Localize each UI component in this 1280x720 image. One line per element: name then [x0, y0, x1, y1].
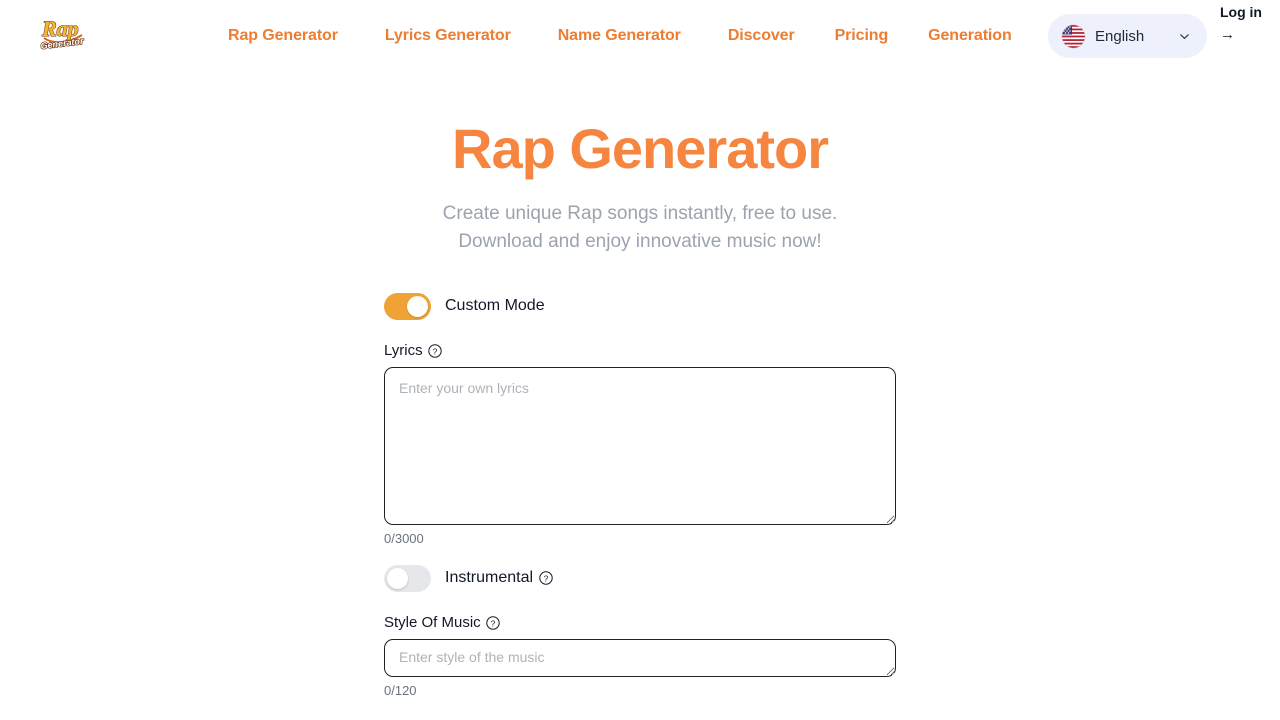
- page-subtitle-line-1: Create unique Rap songs instantly, free …: [442, 203, 838, 224]
- instrumental-label: Instrumental: [445, 569, 534, 586]
- language-selector[interactable]: English: [1048, 14, 1207, 58]
- rap-generator-logo-icon: Rap Generator: [39, 15, 85, 51]
- language-label: English: [1095, 27, 1145, 45]
- svg-text:?: ?: [490, 618, 495, 628]
- style-of-music-label-row: Style Of Music ?: [384, 614, 896, 631]
- nav-item-rap-generator[interactable]: Rap Generator: [228, 27, 338, 45]
- custom-mode-toggle[interactable]: [384, 292, 431, 320]
- instrumental-row: Instrumental ?: [384, 564, 896, 592]
- svg-text:?: ?: [432, 346, 437, 356]
- lyrics-label-row: Lyrics ?: [384, 342, 896, 359]
- question-circle-icon[interactable]: ?: [485, 615, 500, 630]
- login-label: Log in: [1220, 4, 1262, 20]
- nav-item-generation[interactable]: Generation: [928, 27, 1012, 45]
- main-nav: Rap Generator Lyrics Generator Name Gene…: [228, 0, 1012, 72]
- style-of-music-input[interactable]: [384, 639, 896, 677]
- page-subtitle: Create unique Rap songs instantly, free …: [0, 200, 1280, 256]
- site-header: Rap Generator Rap Generator Lyrics Gener…: [0, 0, 1280, 72]
- lyrics-label: Lyrics: [384, 342, 423, 359]
- question-circle-icon[interactable]: ?: [427, 343, 442, 358]
- toggle-knob: [407, 295, 428, 317]
- toggle-knob: [387, 567, 408, 589]
- site-logo[interactable]: Rap Generator: [36, 12, 92, 58]
- page-title: Rap Generator: [452, 117, 829, 180]
- generator-form: Custom Mode Lyrics ? 0/3000 Instrumental…: [384, 256, 896, 698]
- style-of-music-counter: 0/120: [384, 683, 417, 698]
- lyrics-counter: 0/3000: [384, 531, 424, 546]
- style-of-music-label: Style Of Music: [384, 614, 481, 631]
- custom-mode-row: Custom Mode: [384, 292, 896, 320]
- instrumental-toggle[interactable]: [384, 564, 431, 592]
- svg-text:?: ?: [544, 573, 549, 583]
- lyrics-input[interactable]: [384, 367, 896, 525]
- custom-mode-label: Custom Mode: [445, 297, 545, 314]
- us-flag-icon: [1062, 24, 1085, 48]
- nav-item-lyrics-generator[interactable]: Lyrics Generator: [385, 27, 511, 45]
- chevron-down-icon: [1178, 30, 1191, 43]
- nav-item-pricing[interactable]: Pricing: [835, 27, 889, 45]
- nav-item-discover[interactable]: Discover: [728, 27, 795, 45]
- nav-item-name-generator[interactable]: Name Generator: [558, 27, 681, 45]
- page-subtitle-line-2: Download and enjoy innovative music now!: [458, 231, 822, 252]
- login-button[interactable]: Log in →: [1220, 0, 1264, 72]
- hero-section: Rap Generator Create unique Rap songs in…: [0, 116, 1280, 256]
- question-circle-icon[interactable]: ?: [539, 571, 553, 585]
- arrow-right-icon: →: [1220, 26, 1235, 43]
